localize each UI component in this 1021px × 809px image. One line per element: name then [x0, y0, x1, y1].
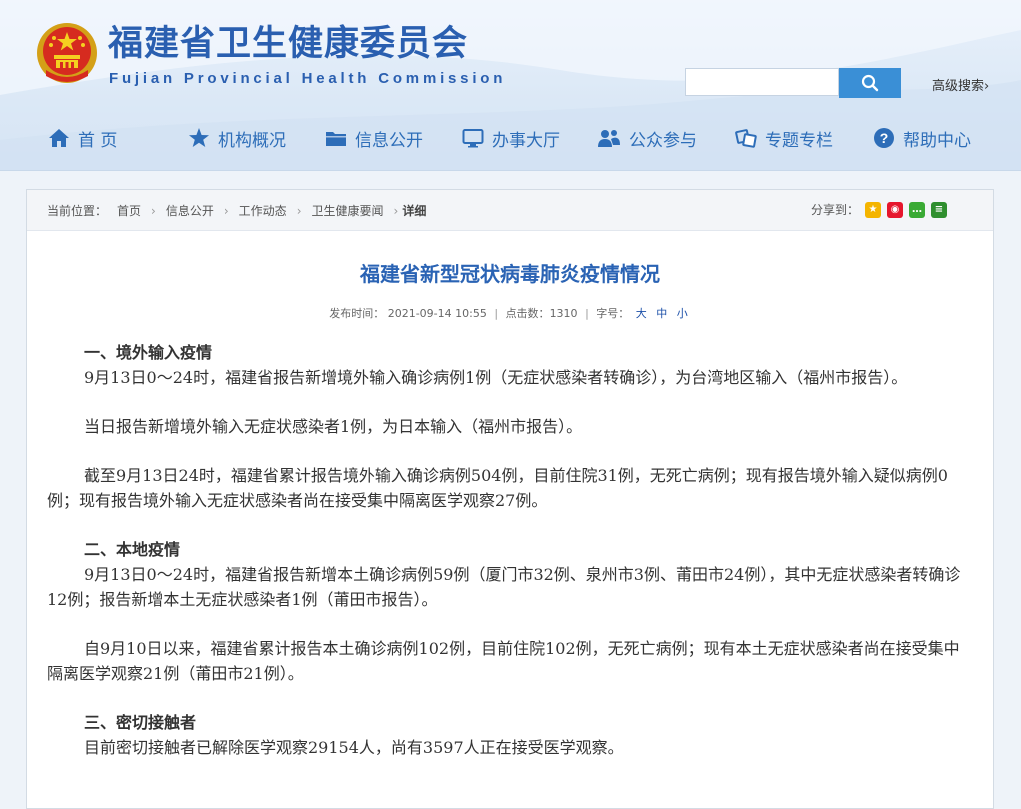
main-nav: 首 页 机构概况 信息公开 办事大厅 公众参与 专题专栏 ? 帮助中心: [0, 118, 1021, 158]
nav-item-label: 信息公开: [355, 130, 423, 151]
home-icon: [48, 128, 70, 148]
breadcrumb-separator-icon: ›: [151, 203, 156, 218]
nav-item-home[interactable]: 首 页: [48, 118, 117, 158]
paragraph: 目前密切接触者已解除医学观察29154人，尚有3597人正在接受医学观察。: [84, 738, 624, 757]
search-input[interactable]: [685, 68, 839, 96]
cubes-icon: [735, 128, 757, 148]
font-size-small-button[interactable]: 小: [677, 307, 688, 320]
breadcrumb-link-health-news[interactable]: 卫生健康要闻: [312, 202, 384, 219]
breadcrumb-link-work-news[interactable]: 工作动态: [239, 202, 287, 219]
star-icon: [188, 128, 210, 148]
font-size-large-button[interactable]: 大: [636, 307, 647, 320]
breadcrumb-prefix: 当前位置：: [47, 204, 108, 218]
wechat-icon[interactable]: …: [909, 201, 925, 218]
nav-item-service-hall[interactable]: 办事大厅: [462, 118, 560, 158]
site-subtitle: Fujian Provincial Health Commission: [109, 70, 507, 87]
nav-item-info-disclosure[interactable]: 信息公开: [325, 118, 423, 158]
meta-divider: |: [585, 307, 589, 320]
nav-item-label: 专题专栏: [765, 130, 833, 151]
search-icon: [861, 74, 879, 92]
svg-text:?: ?: [880, 130, 889, 146]
nav-item-public-participation[interactable]: 公众参与: [597, 118, 697, 158]
nav-item-label: 机构概况: [218, 130, 286, 151]
article-title: 福建省新型冠状病毒肺炎疫情情况: [360, 262, 660, 286]
breadcrumb-separator-icon: ›: [296, 203, 302, 218]
publish-label: 发布时间：: [329, 307, 385, 320]
people-icon: [597, 128, 621, 148]
nav-item-label: 办事大厅: [492, 130, 560, 151]
article-body: 一、境外输入疫情 9月13日0～24时，福建省报告新增境外输入确诊病例1例（无症…: [47, 340, 973, 784]
article-card: 当前位置： 首页 › 信息公开 › 工作动态 › 卫生健康要闻 › 详细 分享到…: [26, 189, 994, 809]
breadcrumb-link-info-disclosure[interactable]: 信息公开: [166, 202, 214, 219]
advanced-search-link[interactable]: 高级搜索›: [932, 75, 989, 94]
breadcrumb-link-home[interactable]: 首页: [117, 202, 141, 219]
breadcrumb-separator-icon: ›: [223, 203, 229, 218]
nav-item-help-center[interactable]: ? 帮助中心: [873, 118, 971, 158]
clicks-label: 点击数：: [505, 307, 550, 320]
paragraph: 当日报告新增境外输入无症状感染者1例，为日本输入（福州市报告）。: [84, 417, 583, 436]
folder-icon: [325, 128, 347, 148]
nav-item-label: 帮助中心: [903, 130, 971, 151]
section-heading: 三、密切接触者: [84, 713, 197, 732]
clicks-count: 1310: [549, 307, 578, 320]
meta-divider: |: [494, 307, 499, 320]
paragraph: 9月13日0～24时，福建省报告新增本土确诊病例59例（厦门市32例、泉州市3例…: [47, 565, 961, 609]
site-title: 福建省卫生健康委员会: [108, 24, 469, 64]
paragraph: 自9月10日以来，福建省累计报告本土确诊病例102例，目前住院102例，无死亡病…: [47, 639, 960, 683]
nav-item-special-topics[interactable]: 专题专栏: [735, 118, 833, 158]
national-emblem-logo: [37, 23, 97, 83]
article-meta: 发布时间： 2021-09-14 10:55 | 点击数：1310 | 字号： …: [27, 305, 993, 321]
monitor-icon: [462, 128, 484, 148]
publish-time: 2021-09-14 10:55: [387, 307, 487, 320]
breadcrumb-current: 详细: [402, 204, 427, 218]
share-bar: 分享到： ★ ◉ … ≡: [811, 201, 947, 218]
qzone-icon[interactable]: ★: [865, 201, 881, 218]
breadcrumb-bar: 当前位置： 首页 › 信息公开 › 工作动态 › 卫生健康要闻 › 详细 分享到…: [27, 190, 993, 231]
font-size-medium-button[interactable]: 中: [656, 307, 667, 320]
help-icon: ?: [873, 127, 895, 149]
breadcrumb: 当前位置： 首页 › 信息公开 › 工作动态 › 卫生健康要闻 › 详细: [47, 202, 426, 219]
share-label: 分享到：: [810, 203, 859, 217]
site-header: 福建省卫生健康委员会 Fujian Provincial Health Comm…: [0, 0, 1021, 171]
nav-item-label: 公众参与: [629, 130, 697, 151]
nav-item-label: 首 页: [78, 130, 118, 151]
font-size-label: 字号：: [596, 307, 630, 320]
section-heading: 二、本地疫情: [84, 540, 181, 559]
advanced-search-label: 高级搜索: [932, 79, 985, 94]
weibo-icon[interactable]: ◉: [887, 201, 903, 218]
paragraph: 截至9月13日24时，福建省累计报告境外输入确诊病例504例，目前住院31例，无…: [47, 466, 948, 510]
paragraph: 9月13日0～24时，福建省报告新增境外输入确诊病例1例（无症状感染者转确诊），…: [84, 368, 908, 387]
nav-item-organization[interactable]: 机构概况: [188, 118, 286, 158]
douban-icon[interactable]: ≡: [931, 201, 947, 218]
section-heading: 一、境外输入疫情: [84, 343, 213, 362]
chevron-right-icon: ›: [984, 79, 990, 94]
breadcrumb-separator-icon: ›: [393, 203, 399, 218]
search-button[interactable]: [839, 68, 901, 98]
